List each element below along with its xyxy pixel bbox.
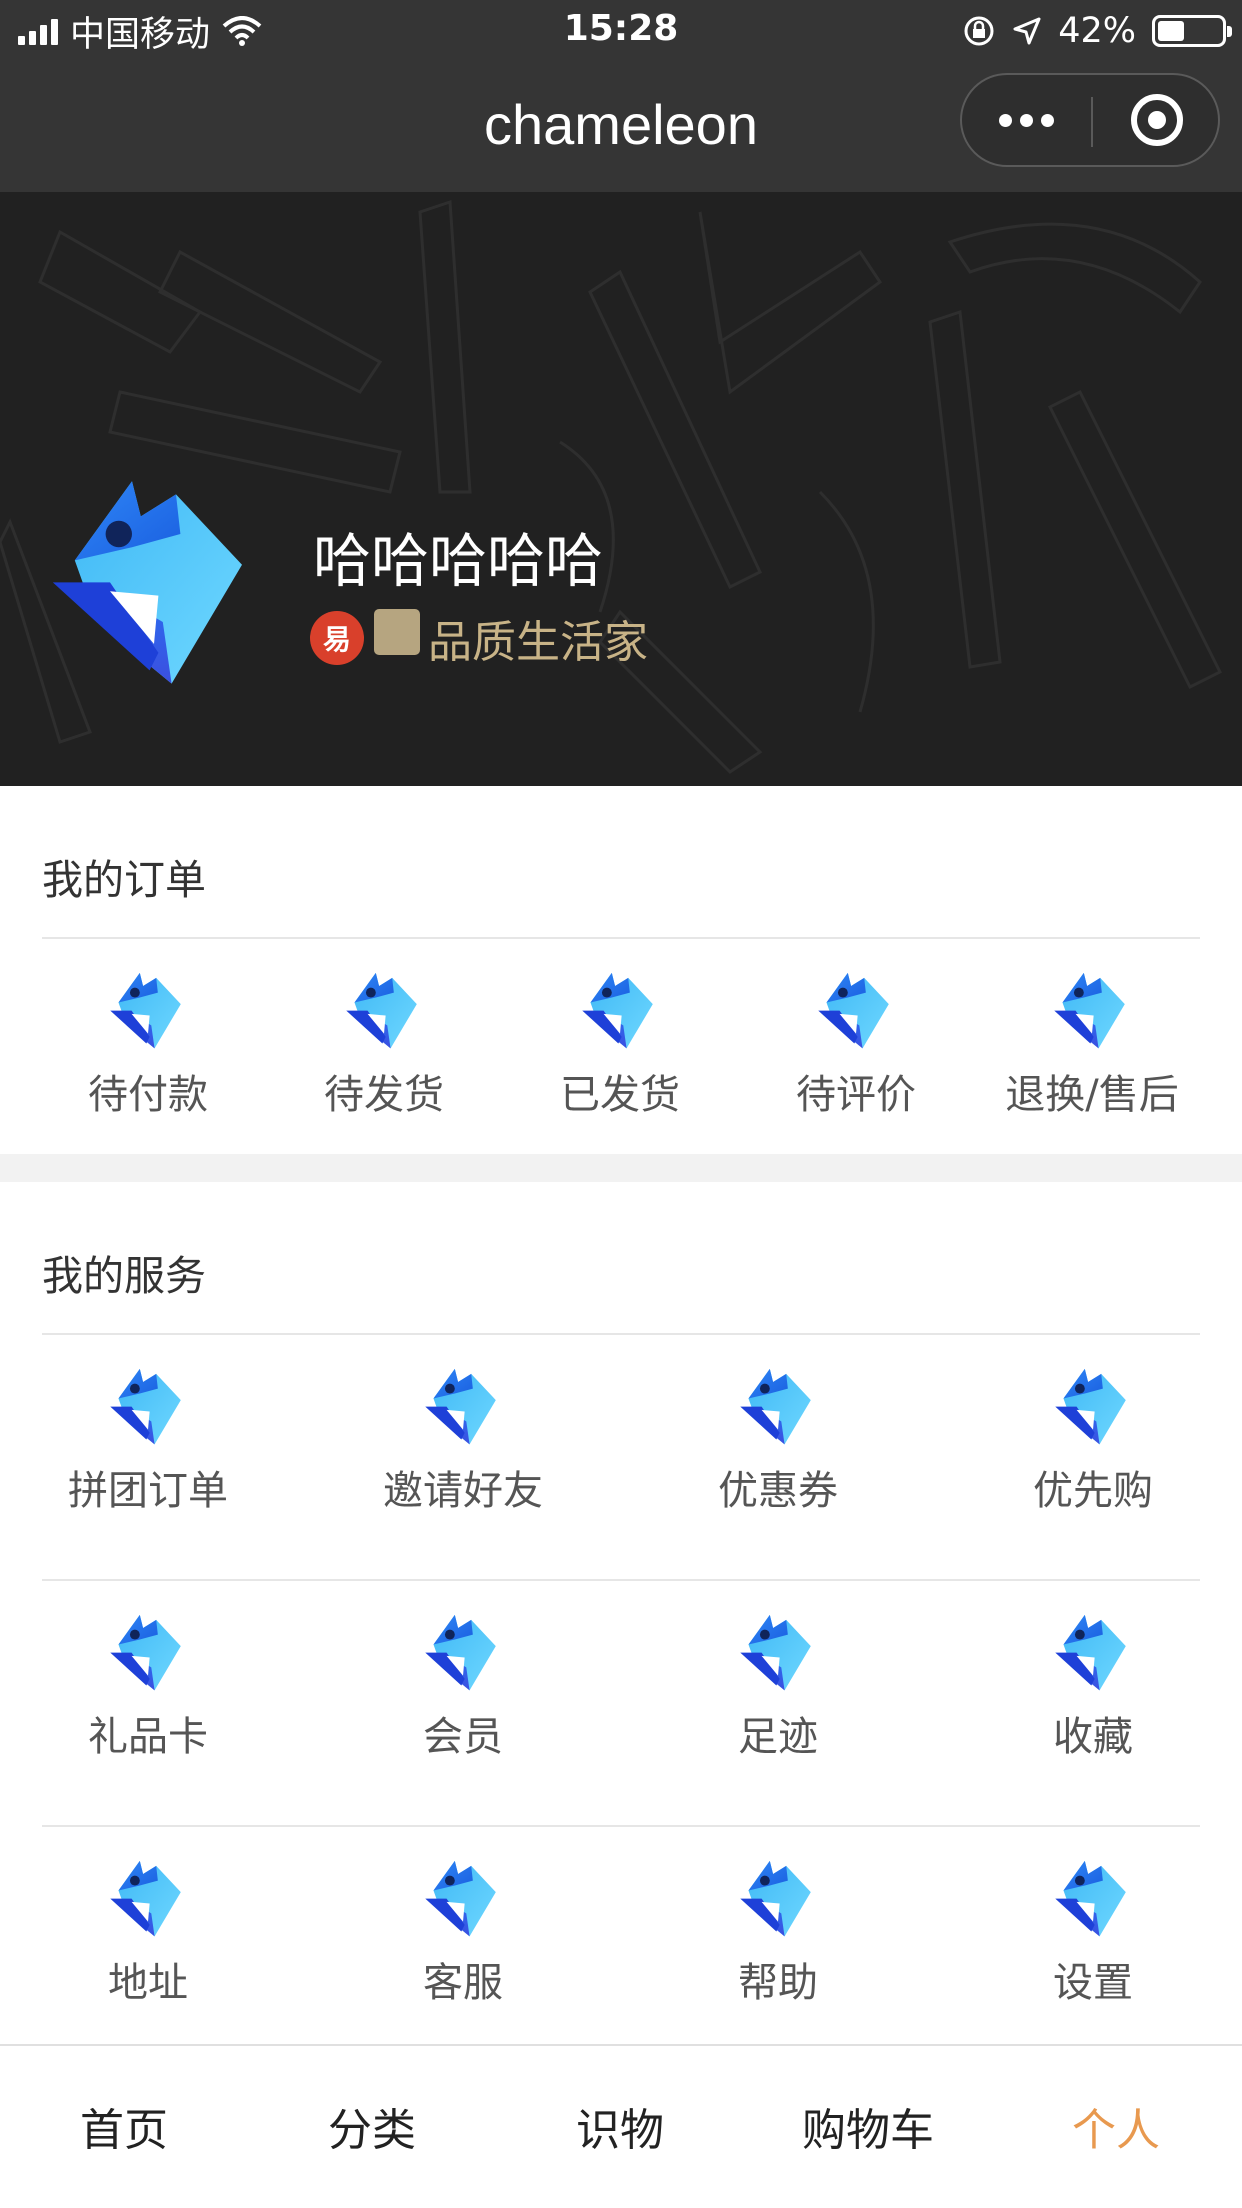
service-item[interactable]: 礼品卡 — [38, 1610, 258, 1762]
logo-icon — [737, 1856, 819, 1938]
service-item[interactable]: 客服 — [353, 1856, 573, 2008]
battery-icon — [1152, 15, 1232, 47]
logo-icon — [422, 1364, 504, 1446]
member-level: 品质生活家 — [428, 617, 648, 668]
service-item[interactable]: 设置 — [983, 1856, 1203, 2008]
service-item-label: 足迹 — [738, 1714, 818, 1760]
logo-icon — [579, 968, 661, 1050]
tab-item[interactable]: 分类 — [248, 2046, 496, 2206]
avatar[interactable] — [44, 468, 264, 688]
orders-section: 我的订单 待付款 待发货 已发货 待评价 退换/售后 — [0, 786, 1242, 1154]
order-item-label: 退换/售后 — [1005, 1072, 1179, 1118]
order-item-label: 待发货 — [324, 1072, 444, 1118]
level-badge-icon: 易 — [310, 611, 364, 665]
service-item[interactable]: 优惠券 — [668, 1364, 888, 1516]
service-item-label: 帮助 — [738, 1960, 818, 2006]
order-item[interactable]: 待付款 — [48, 968, 248, 1120]
more-dot-icon — [1019, 113, 1033, 127]
tab-item[interactable]: 识物 — [496, 2046, 744, 2206]
logo-icon — [422, 1610, 504, 1692]
logo-icon — [1052, 1856, 1134, 1938]
divider — [42, 1825, 1200, 1827]
service-item-label: 优先购 — [1033, 1468, 1153, 1514]
service-item-label: 邀请好友 — [383, 1468, 543, 1514]
service-item-label: 会员 — [423, 1714, 503, 1760]
tab-bar: 首页 分类 识物 购物车 个人 — [0, 2044, 1242, 2208]
tab-item[interactable]: 个人 — [992, 2046, 1240, 2206]
service-item-label: 客服 — [423, 1960, 503, 2006]
user-name: 哈哈哈哈哈 — [313, 527, 604, 595]
more-dot-icon — [1040, 113, 1054, 127]
logo-icon — [1052, 1364, 1134, 1446]
service-item[interactable]: 足迹 — [668, 1610, 888, 1762]
order-item-label: 已发货 — [560, 1072, 680, 1118]
order-item[interactable]: 待发货 — [284, 968, 484, 1120]
member-badges[interactable]: 易 品质生活家 — [310, 606, 648, 670]
service-item-label: 地址 — [108, 1960, 188, 2006]
battery-percent: 42% — [1058, 11, 1136, 51]
status-bar: 中国移动 15:28 42% — [0, 0, 1242, 62]
badge-square-icon — [374, 609, 420, 655]
logo-icon — [422, 1856, 504, 1938]
services-section: 我的服务 拼团订单 邀请好友 优惠券 优先购礼品卡 会员 足迹 收藏地址 客服 帮助 设置 — [0, 1182, 1242, 2044]
order-item[interactable]: 退换/售后 — [992, 968, 1192, 1120]
location-icon — [1013, 17, 1041, 45]
tab-item[interactable]: 购物车 — [744, 2046, 992, 2206]
service-item-label: 拼团订单 — [68, 1468, 228, 1514]
logo-icon — [737, 1364, 819, 1446]
section-title: 我的订单 — [42, 856, 206, 904]
status-right: 42% — [962, 10, 1232, 52]
service-item[interactable]: 邀请好友 — [353, 1364, 573, 1516]
section-gap — [0, 1154, 1242, 1182]
target-icon — [1131, 94, 1183, 146]
logo-icon — [107, 1856, 189, 1938]
order-item[interactable]: 已发货 — [520, 968, 720, 1120]
divider — [42, 937, 1200, 939]
logo-icon — [107, 1610, 189, 1692]
divider — [42, 1333, 1200, 1335]
logo-icon — [107, 968, 189, 1050]
battery-level — [1158, 21, 1185, 41]
order-item-label: 待付款 — [88, 1072, 208, 1118]
logo-icon — [1052, 1610, 1134, 1692]
more-button[interactable] — [962, 75, 1090, 165]
order-item[interactable]: 待评价 — [756, 968, 956, 1120]
profile-header: 哈哈哈哈哈 易 品质生活家 — [0, 192, 1242, 786]
service-item-label: 礼品卡 — [88, 1714, 208, 1760]
logo-icon — [815, 968, 897, 1050]
rotation-lock-icon — [964, 16, 994, 46]
section-title: 我的服务 — [42, 1252, 206, 1300]
more-dot-icon — [998, 113, 1012, 127]
logo-icon — [107, 1364, 189, 1446]
service-item[interactable]: 优先购 — [983, 1364, 1203, 1516]
divider — [42, 1579, 1200, 1581]
service-item[interactable]: 拼团订单 — [38, 1364, 258, 1516]
service-item[interactable]: 收藏 — [983, 1610, 1203, 1762]
logo-icon — [737, 1610, 819, 1692]
service-item[interactable]: 帮助 — [668, 1856, 888, 2008]
tab-item[interactable]: 首页 — [0, 2046, 248, 2206]
mini-program-capsule — [960, 73, 1220, 167]
order-item-label: 待评价 — [796, 1072, 916, 1118]
service-item-label: 设置 — [1053, 1960, 1133, 2006]
service-item[interactable]: 地址 — [38, 1856, 258, 2008]
logo-icon — [343, 968, 425, 1050]
logo-icon — [1051, 968, 1133, 1050]
service-item-label: 收藏 — [1053, 1714, 1133, 1760]
service-item-label: 优惠券 — [718, 1468, 838, 1514]
close-button[interactable] — [1093, 75, 1221, 165]
service-item[interactable]: 会员 — [353, 1610, 573, 1762]
nav-bar: chameleon — [0, 62, 1242, 192]
